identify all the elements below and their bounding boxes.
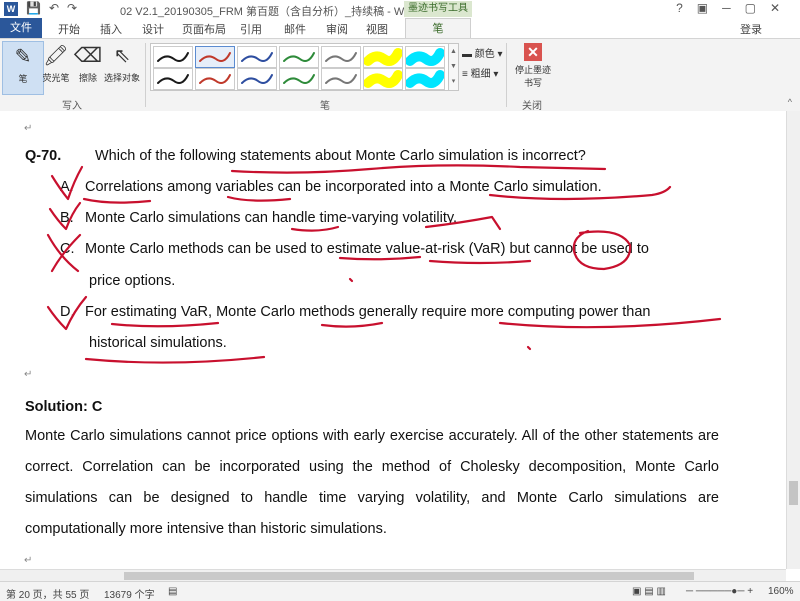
paragraph-mark: ↵ [24, 555, 33, 566]
pen-swatch[interactable] [195, 46, 235, 68]
quick-access-toolbar[interactable]: 💾↶↷ [26, 1, 85, 15]
ink-underline-c-var [428, 259, 532, 265]
word-icon[interactable]: W [4, 2, 18, 16]
tab-review[interactable]: 审阅 [326, 21, 348, 37]
tab-pens[interactable]: 笔 [405, 18, 471, 39]
ink-underline-a-correlations [82, 197, 152, 204]
sign-in-link[interactable]: 登录 [740, 21, 762, 37]
pen-gallery [150, 43, 450, 91]
option-b-text: Monte Carlo simulations can handle time-… [85, 210, 458, 226]
ribbon-separator [506, 43, 507, 107]
window-title: 02 V2.1_20190305_FRM 第百题（含自分析）_持续稿 - Wor… [120, 6, 420, 18]
question-text: Which of the following statements about … [95, 148, 586, 164]
vertical-scroll-thumb[interactable] [789, 481, 798, 505]
collapse-ribbon-button[interactable]: ^ [788, 97, 792, 107]
vertical-scrollbar[interactable] [786, 111, 800, 569]
question-number: Q-70. [25, 148, 62, 164]
pen-swatch[interactable] [153, 68, 193, 90]
stop-inking-button[interactable]: ✕ 停止墨迹书写 [512, 43, 554, 93]
pen-swatch[interactable] [279, 68, 319, 90]
context-tab-ink-tools: 墨迹书写工具 [404, 1, 472, 17]
tab-design[interactable]: 设计 [142, 21, 164, 37]
ink-underline-b-handle [290, 225, 340, 232]
close-icon: ✕ [524, 43, 542, 61]
solution-paragraph: Monte Carlo simulations cannot price opt… [25, 428, 719, 537]
tab-view[interactable]: 视图 [366, 21, 388, 37]
group-label-write: 写入 [62, 101, 82, 112]
pen-swatch[interactable] [363, 68, 403, 90]
word-count[interactable]: 13679 个字 [104, 586, 155, 601]
option-label: D. [60, 304, 75, 320]
ink-underline-question [230, 164, 607, 174]
group-label-pens: 笔 [320, 101, 330, 112]
pen-swatch[interactable] [195, 68, 235, 90]
color-dropdown[interactable]: ▬ 颜色 ▾ [462, 45, 503, 60]
ribbon-separator [145, 43, 146, 107]
view-buttons[interactable]: ▣ ▤ ▥ [632, 586, 666, 597]
ink-dot-d [526, 345, 532, 351]
document-area[interactable]: ↵ Q-70. Which of the following statement… [0, 111, 786, 569]
thickness-dropdown[interactable]: ≡ 粗细 ▾ [462, 65, 498, 80]
proofing-icon[interactable]: ▤ [168, 586, 177, 597]
pen-gallery-scroll[interactable]: ▲ ▼ ▾ [448, 43, 459, 91]
zoom-level[interactable]: 160% [768, 586, 794, 597]
pen-swatch[interactable] [363, 46, 403, 68]
pen-swatch[interactable] [279, 46, 319, 68]
tab-file[interactable]: 文件 [0, 18, 42, 38]
pen-swatch[interactable] [321, 68, 361, 90]
pen-swatch[interactable] [237, 46, 277, 68]
ink-underline-d-historical [84, 355, 266, 364]
tab-insert[interactable]: 插入 [100, 21, 122, 37]
option-a-text: Correlations among variables can be inco… [85, 179, 602, 195]
option-d-text: For estimating VaR, Monte Carlo methods … [85, 304, 651, 320]
paragraph-mark: ↵ [24, 369, 33, 380]
ink-underline-a-variables [226, 195, 292, 202]
tab-references[interactable]: 引用 [240, 21, 262, 37]
group-label-close: 关闭 [522, 101, 542, 112]
tab-mailings[interactable]: 邮件 [284, 21, 306, 37]
ink-underline-d-computing [498, 317, 722, 329]
pen-swatch[interactable] [321, 46, 361, 68]
solution-heading: Solution: C [25, 399, 103, 415]
ribbon-tabs: 文件 开始 插入 设计 页面布局 引用 邮件 审阅 视图 笔 登录 [0, 18, 800, 39]
option-label: A. [60, 179, 74, 195]
horizontal-scroll-thumb[interactable] [124, 572, 694, 580]
title-bar: W 💾↶↷ 02 V2.1_20190305_FRM 第百题（含自分析）_持续稿… [0, 0, 800, 18]
pen-swatch[interactable] [405, 68, 445, 90]
window-controls[interactable]: ?▣─▢✕ [676, 1, 794, 15]
option-c-continuation: price options. [89, 273, 176, 289]
option-c-text: Monte Carlo methods can be used to estim… [85, 241, 649, 257]
page-count[interactable]: 第 20 页，共 55 页 [6, 586, 89, 601]
ink-underline-c-estimate [338, 255, 422, 261]
ink-dot-c [348, 277, 354, 283]
tab-layout[interactable]: 页面布局 [182, 21, 226, 37]
tab-home[interactable]: 开始 [58, 21, 80, 37]
pen-swatch[interactable] [237, 68, 277, 90]
paragraph-mark: ↵ [24, 123, 33, 134]
option-d-continuation: historical simulations. [89, 335, 227, 351]
pen-swatch[interactable] [405, 46, 445, 68]
zoom-slider[interactable]: ─ ─────●─ + [686, 586, 753, 597]
ink-underline-d-methods [320, 321, 384, 328]
ink-underline-d-estimating [110, 321, 220, 328]
select-objects-button[interactable]: ⇖ 选择对象 [102, 41, 142, 93]
pointer-icon: ⇖ [113, 45, 131, 67]
option-label: C. [60, 241, 75, 257]
pen-swatch[interactable] [153, 46, 193, 68]
status-bar: 第 20 页，共 55 页 13679 个字 ▤ ▣ ▤ ▥ ─ ─────●─… [0, 581, 800, 601]
ribbon: ✎ 笔 🖍 荧光笔 ⌫ 擦除 ⇖ 选择对象 写入 ▲ ▼ ▾ ▬ 颜色 ▾ ≡ 粗细… [0, 38, 800, 112]
option-label: B. [60, 210, 74, 226]
